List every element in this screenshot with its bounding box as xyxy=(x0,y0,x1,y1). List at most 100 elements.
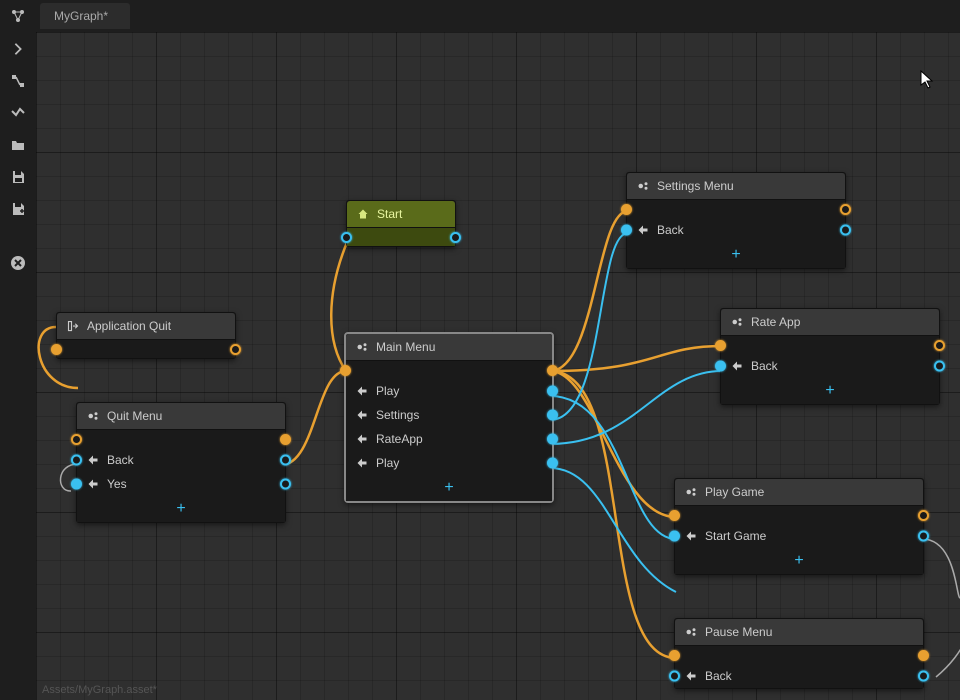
node-header[interactable]: Application Quit xyxy=(57,313,235,340)
row-out-port[interactable] xyxy=(280,479,291,490)
row-in-port[interactable] xyxy=(71,455,82,466)
node-title: Pause Menu xyxy=(705,625,772,639)
app-logo-icon xyxy=(10,8,26,27)
add-row-button[interactable]: + xyxy=(675,548,923,574)
chevron-right-icon[interactable] xyxy=(9,40,27,58)
in-port[interactable] xyxy=(51,344,62,355)
row-label: Play xyxy=(376,384,399,398)
row-label: Yes xyxy=(107,477,127,491)
row-out-port[interactable] xyxy=(547,434,558,445)
row-in-port[interactable] xyxy=(71,479,82,490)
node-port-strip xyxy=(346,361,552,379)
row-out-port[interactable] xyxy=(934,361,945,372)
node-header[interactable]: Rate App xyxy=(721,309,939,336)
row-out-port[interactable] xyxy=(547,458,558,469)
node-row[interactable]: Play xyxy=(346,379,552,403)
row-out-port[interactable] xyxy=(840,225,851,236)
row-out-port[interactable] xyxy=(547,410,558,421)
node-icon xyxy=(87,410,99,422)
node-header[interactable]: Quit Menu xyxy=(77,403,285,430)
add-row-button[interactable]: + xyxy=(627,242,845,268)
in-port[interactable] xyxy=(715,340,726,351)
out-port[interactable] xyxy=(918,510,929,521)
node-port-strip xyxy=(627,200,845,218)
row-label: RateApp xyxy=(376,432,423,446)
exit-icon xyxy=(67,320,79,332)
add-row-button[interactable]: + xyxy=(346,475,552,501)
node-play-game[interactable]: Play Game Start Game + xyxy=(674,478,924,575)
node-header[interactable]: Pause Menu xyxy=(675,619,923,646)
node-body: Back xyxy=(675,664,923,688)
row-label: Back xyxy=(657,223,684,237)
node-icon xyxy=(685,486,697,498)
in-port[interactable] xyxy=(71,434,82,445)
close-circle-icon[interactable] xyxy=(9,254,27,272)
action-icon xyxy=(356,457,368,469)
out-port[interactable] xyxy=(547,365,558,376)
node-row[interactable]: RateApp xyxy=(346,427,552,451)
save-icon[interactable] xyxy=(9,168,27,186)
left-toolbar xyxy=(0,32,36,700)
in-port[interactable] xyxy=(669,510,680,521)
row-label: Back xyxy=(107,453,134,467)
out-port[interactable] xyxy=(450,232,461,243)
node-row[interactable]: Back xyxy=(627,218,845,242)
row-label: Back xyxy=(751,359,778,373)
save-as-icon[interactable] xyxy=(9,200,27,218)
node-row[interactable]: Back xyxy=(721,354,939,378)
in-port[interactable] xyxy=(340,365,351,376)
node-title: Main Menu xyxy=(376,340,435,354)
action-icon xyxy=(356,385,368,397)
row-out-port[interactable] xyxy=(918,671,929,682)
node-row[interactable]: Start Game xyxy=(675,524,923,548)
add-row-button[interactable]: + xyxy=(77,496,285,522)
node-row[interactable]: Settings xyxy=(346,403,552,427)
graph-icon[interactable] xyxy=(9,72,27,90)
node-header[interactable]: Start xyxy=(347,201,455,228)
node-start[interactable]: Start xyxy=(346,200,456,247)
node-quit-menu[interactable]: Quit Menu Back Yes + xyxy=(76,402,286,523)
out-port[interactable] xyxy=(230,344,241,355)
row-out-port[interactable] xyxy=(547,386,558,397)
action-icon xyxy=(685,670,697,682)
action-icon xyxy=(356,433,368,445)
graph-tab-label: MyGraph* xyxy=(54,9,108,23)
row-in-port[interactable] xyxy=(669,531,680,542)
node-pause-menu[interactable]: Pause Menu Back xyxy=(674,618,924,689)
action-icon xyxy=(637,224,649,236)
row-out-port[interactable] xyxy=(918,531,929,542)
row-in-port[interactable] xyxy=(621,225,632,236)
row-label: Settings xyxy=(376,408,419,422)
node-header[interactable]: Play Game xyxy=(675,479,923,506)
out-port[interactable] xyxy=(934,340,945,351)
status-bar: Assets/MyGraph.asset* xyxy=(42,684,157,696)
out-port[interactable] xyxy=(918,650,929,661)
graph-canvas[interactable]: Start Application Quit Quit Menu xyxy=(36,32,960,700)
in-port[interactable] xyxy=(621,204,632,215)
node-icon xyxy=(731,316,743,328)
in-port[interactable] xyxy=(669,650,680,661)
out-port[interactable] xyxy=(840,204,851,215)
node-row[interactable]: Back xyxy=(675,664,923,688)
add-row-button[interactable]: + xyxy=(721,378,939,404)
graph-tab[interactable]: MyGraph* xyxy=(40,3,130,29)
node-icon xyxy=(356,341,368,353)
node-rate-app[interactable]: Rate App Back + xyxy=(720,308,940,405)
in-port[interactable] xyxy=(341,232,352,243)
row-in-port[interactable] xyxy=(715,361,726,372)
out-port[interactable] xyxy=(280,434,291,445)
row-label: Start Game xyxy=(705,529,766,543)
node-row[interactable]: Yes xyxy=(77,472,285,496)
row-label: Play xyxy=(376,456,399,470)
node-header[interactable]: Main Menu xyxy=(346,334,552,361)
node-settings-menu[interactable]: Settings Menu Back + xyxy=(626,172,846,269)
folder-icon[interactable] xyxy=(9,136,27,154)
zigzag-icon[interactable] xyxy=(9,104,27,122)
node-row[interactable]: Play xyxy=(346,451,552,475)
node-application-quit[interactable]: Application Quit xyxy=(56,312,236,359)
node-main-menu[interactable]: Main Menu Play Settings RateApp xyxy=(344,332,554,503)
row-in-port[interactable] xyxy=(669,671,680,682)
node-header[interactable]: Settings Menu xyxy=(627,173,845,200)
row-out-port[interactable] xyxy=(280,455,291,466)
node-row[interactable]: Back xyxy=(77,448,285,472)
